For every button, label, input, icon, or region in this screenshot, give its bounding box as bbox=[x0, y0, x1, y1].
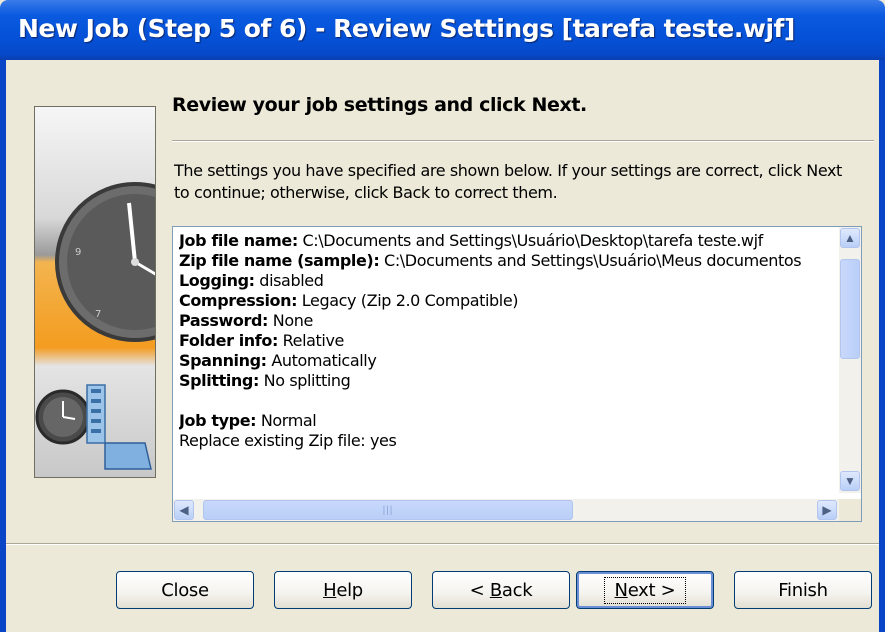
close-button-label: Close bbox=[161, 579, 209, 601]
list-item: Splitting: No splitting bbox=[179, 371, 827, 391]
help-label-rest: elp bbox=[336, 579, 363, 601]
page-heading: Review your job settings and click Next. bbox=[172, 94, 587, 116]
back-label-rest: ack bbox=[501, 579, 533, 601]
instructions-text: The settings you have specified are show… bbox=[174, 161, 842, 202]
scroll-up-button[interactable]: ▲ bbox=[840, 228, 860, 248]
footer-separator bbox=[6, 543, 879, 545]
scrollbar-corner bbox=[839, 499, 861, 521]
setting-value: Relative bbox=[277, 331, 345, 350]
back-button[interactable]: < Back bbox=[432, 571, 570, 609]
list-item: Job file name: C:\Documents and Settings… bbox=[179, 231, 827, 251]
help-button-label: Help bbox=[323, 580, 363, 601]
list-item: Zip file name (sample): C:\Documents and… bbox=[179, 251, 827, 271]
setting-value: No splitting bbox=[258, 371, 351, 390]
list-item: Password: None bbox=[179, 311, 827, 331]
finish-button[interactable]: Finish bbox=[734, 571, 872, 609]
wizard-side-image: 9 7 bbox=[34, 106, 156, 478]
chevron-left-icon: ◀ bbox=[179, 503, 189, 517]
setting-value: Legacy (Zip 2.0 Compatible) bbox=[297, 291, 519, 310]
setting-label: Job type: bbox=[179, 411, 257, 430]
setting-value: None bbox=[268, 311, 314, 330]
setting-label: Spanning: bbox=[179, 351, 267, 370]
window-frame-right bbox=[879, 60, 885, 632]
close-button[interactable]: Close bbox=[116, 571, 254, 609]
setting-label: Splitting: bbox=[179, 371, 259, 390]
list-item: Folder info: Relative bbox=[179, 331, 827, 351]
setting-value: disabled bbox=[254, 271, 324, 290]
next-label-rest: ext > bbox=[627, 579, 676, 601]
setting-label: Logging: bbox=[179, 271, 255, 290]
scroll-right-button[interactable]: ▶ bbox=[817, 500, 837, 520]
title-bar[interactable]: New Job (Step 5 of 6) - Review Settings … bbox=[0, 0, 885, 60]
settings-list-content: Job file name: C:\Documents and Settings… bbox=[179, 231, 827, 491]
grip-icon: ||| bbox=[382, 504, 394, 516]
setting-value: C:\Documents and Settings\Usuário\Deskto… bbox=[297, 231, 764, 250]
next-button-label: Next > bbox=[603, 576, 687, 604]
scroll-left-button[interactable]: ◀ bbox=[174, 500, 194, 520]
chevron-up-icon: ▲ bbox=[844, 231, 856, 245]
list-item: Compression: Legacy (Zip 2.0 Compatible) bbox=[179, 291, 827, 311]
list-item: Job type: Normal bbox=[179, 411, 827, 431]
next-button[interactable]: Next > bbox=[576, 571, 714, 609]
setting-value: Normal bbox=[256, 411, 317, 430]
scroll-down-button[interactable]: ▼ bbox=[840, 471, 860, 491]
back-mnemonic: B bbox=[489, 579, 502, 601]
setting-label: Compression: bbox=[179, 291, 298, 310]
vertical-scroll-thumb[interactable] bbox=[840, 259, 860, 359]
list-item: Spanning: Automatically bbox=[179, 351, 827, 371]
settings-list[interactable]: Job file name: C:\Documents and Settings… bbox=[172, 226, 862, 522]
vertical-scrollbar[interactable]: ▲ ▼ bbox=[839, 227, 861, 493]
back-button-label: < Back bbox=[470, 580, 533, 601]
list-item: Logging: disabled bbox=[179, 271, 827, 291]
setting-label: Zip file name (sample): bbox=[179, 251, 380, 270]
setting-value: Automatically bbox=[266, 351, 377, 370]
setting-label: Password: bbox=[179, 311, 269, 330]
setting-value: C:\Documents and Settings\Usuário\Meus d… bbox=[379, 251, 802, 270]
help-button[interactable]: Help bbox=[274, 571, 412, 609]
horizontal-scroll-thumb[interactable]: ||| bbox=[203, 500, 573, 520]
svg-text:9: 9 bbox=[75, 247, 81, 258]
svg-text:7: 7 bbox=[95, 309, 101, 320]
clock-zip-illustration: 9 7 bbox=[35, 182, 155, 470]
help-mnemonic: H bbox=[323, 579, 337, 601]
window-title: New Job (Step 5 of 6) - Review Settings … bbox=[18, 14, 795, 43]
chevron-down-icon: ▼ bbox=[844, 474, 856, 488]
setting-label: Job file name: bbox=[179, 231, 298, 250]
list-item: Replace existing Zip file: yes bbox=[179, 431, 827, 451]
horizontal-scrollbar[interactable]: ◀ ||| ▶ bbox=[173, 499, 839, 521]
next-mnemonic: N bbox=[614, 579, 628, 601]
setting-value: Replace existing Zip file: yes bbox=[179, 431, 397, 450]
chevron-right-icon: ▶ bbox=[822, 503, 832, 517]
back-label-prefix: < bbox=[469, 579, 490, 601]
finish-button-label: Finish bbox=[778, 579, 828, 601]
header-separator bbox=[172, 140, 874, 142]
setting-label: Folder info: bbox=[179, 331, 278, 350]
